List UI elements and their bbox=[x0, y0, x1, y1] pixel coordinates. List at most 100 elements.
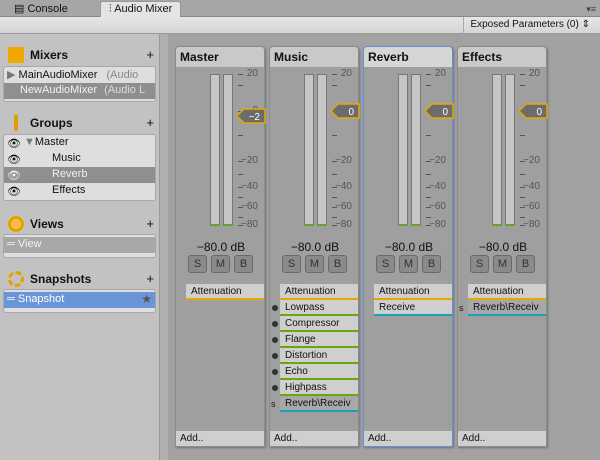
effect-slot[interactable]: Attenuation bbox=[374, 284, 452, 300]
effect-slot[interactable]: Attenuation bbox=[280, 284, 358, 300]
wet-mix-dot-icon[interactable] bbox=[272, 321, 278, 327]
mute-button[interactable]: M bbox=[399, 255, 418, 273]
group-item-effects[interactable]: 👁 Effects bbox=[4, 183, 155, 199]
add-effect-button[interactable]: Add.. bbox=[364, 431, 452, 446]
solo-button[interactable]: S bbox=[470, 255, 489, 273]
scale-label: −80 bbox=[335, 219, 352, 230]
add-view-button[interactable]: + bbox=[146, 216, 154, 231]
add-mixer-button[interactable]: + bbox=[146, 47, 154, 62]
scale-label: −40 bbox=[429, 181, 446, 192]
scale-tick bbox=[426, 135, 431, 136]
send-indicator: s bbox=[271, 399, 276, 409]
effect-slot[interactable]: Attenuation bbox=[186, 284, 264, 300]
snapshots-list: ═ Snapshot ★ bbox=[3, 289, 156, 313]
scale-label: −40 bbox=[241, 181, 258, 192]
tab-menu-icon[interactable]: ▾≡ bbox=[586, 4, 596, 15]
bypass-button[interactable]: B bbox=[234, 255, 253, 273]
mixers-list: ▶ MainAudioMixer (Audio NewAudioMixer (A… bbox=[3, 66, 156, 102]
scale-label: −80 bbox=[523, 219, 540, 230]
scale-label: 20 bbox=[434, 68, 446, 79]
volume-fader-handle[interactable]: −2 bbox=[236, 108, 266, 124]
solo-button[interactable]: S bbox=[376, 255, 395, 273]
list-item[interactable]: ▶ MainAudioMixer (Audio bbox=[4, 67, 155, 83]
solo-button[interactable]: S bbox=[282, 255, 301, 273]
scale-label: −80 bbox=[429, 219, 446, 230]
splitter[interactable] bbox=[160, 34, 168, 460]
add-effect-button[interactable]: Add.. bbox=[270, 431, 358, 446]
exposed-parameters-dropdown[interactable]: Exposed Parameters (0) ⇕ bbox=[463, 17, 596, 34]
scale-tick bbox=[426, 217, 431, 218]
mute-button[interactable]: M bbox=[493, 255, 512, 273]
strip-header[interactable]: Master bbox=[176, 47, 264, 67]
strip-header[interactable]: Effects bbox=[458, 47, 546, 67]
mute-button[interactable]: M bbox=[211, 255, 230, 273]
scale-tick bbox=[520, 85, 525, 86]
scale-tick bbox=[238, 217, 243, 218]
channel-strip-effects[interactable]: Effects 20 0 −20 −40 −60 −800 −80.0 dBSM… bbox=[457, 46, 548, 447]
scale-label: −40 bbox=[523, 181, 540, 192]
collapse-arrow-icon[interactable]: ▼ bbox=[24, 136, 35, 148]
scale-label: 20 bbox=[340, 68, 352, 79]
scale-label: 20 bbox=[528, 68, 540, 79]
volume-fader-handle[interactable]: 0 bbox=[424, 103, 454, 119]
snapshot-item[interactable]: ═ Snapshot ★ bbox=[4, 292, 155, 308]
volume-fader-handle[interactable]: 0 bbox=[330, 103, 360, 119]
tab-console[interactable]: ▤ Console bbox=[6, 1, 76, 17]
eye-icon[interactable]: 👁 bbox=[7, 153, 23, 166]
channel-strip-reverb[interactable]: Reverb 20 0 −20 −40 −60 −800 −80.0 dBSMB… bbox=[363, 46, 454, 447]
bypass-button[interactable]: B bbox=[422, 255, 441, 273]
effect-slot[interactable]: Distortion bbox=[272, 348, 358, 364]
scale-tick bbox=[520, 174, 525, 175]
effect-slot[interactable]: Highpass bbox=[272, 380, 358, 396]
level-meter-right bbox=[411, 74, 421, 226]
tab-bar: ▤ Console ⫶ Audio Mixer ▾≡ bbox=[0, 0, 600, 17]
strip-header[interactable]: Reverb bbox=[364, 47, 452, 67]
expand-arrow-icon[interactable]: ▶ bbox=[7, 69, 15, 81]
mixers-header: Mixers + bbox=[8, 47, 158, 63]
wet-mix-dot-icon[interactable] bbox=[272, 337, 278, 343]
channel-strip-music[interactable]: Music 20 0 −20 −40 −60 −800 −80.0 dBSMBA… bbox=[269, 46, 360, 447]
strip-header[interactable]: Music bbox=[270, 47, 358, 67]
effect-slot[interactable]: Attenuation bbox=[468, 284, 546, 300]
effect-slot[interactable]: s Reverb\Receiv bbox=[459, 300, 546, 316]
volume-fader-handle[interactable]: 0 bbox=[518, 103, 548, 119]
drag-handle-icon[interactable]: ═ bbox=[7, 238, 15, 250]
scale-tick bbox=[238, 85, 243, 86]
effect-slot[interactable]: Lowpass bbox=[272, 300, 358, 316]
wet-mix-dot-icon[interactable] bbox=[272, 353, 278, 359]
bypass-button[interactable]: B bbox=[516, 255, 535, 273]
wet-mix-dot-icon[interactable] bbox=[272, 369, 278, 375]
group-item-master[interactable]: 👁 ▼Master bbox=[4, 135, 155, 151]
drag-handle-icon[interactable]: ═ bbox=[7, 293, 15, 305]
group-item-reverb[interactable]: 👁 Reverb bbox=[4, 167, 155, 183]
wet-mix-dot-icon[interactable] bbox=[272, 305, 278, 311]
eye-icon[interactable]: 👁 bbox=[7, 169, 23, 182]
eye-icon[interactable]: 👁 bbox=[7, 185, 23, 198]
effects-list: Attenuation s Reverb\Receiv bbox=[458, 284, 546, 316]
fader-value: −2 bbox=[249, 112, 261, 123]
add-effect-button[interactable]: Add.. bbox=[458, 431, 546, 446]
effect-slot[interactable]: Echo bbox=[272, 364, 358, 380]
mute-button[interactable]: M bbox=[305, 255, 324, 273]
view-item[interactable]: ═ View bbox=[4, 237, 155, 253]
list-item[interactable]: NewAudioMixer (Audio L bbox=[4, 83, 155, 99]
scale-tick bbox=[426, 197, 431, 198]
tab-audio-mixer[interactable]: ⫶ Audio Mixer bbox=[100, 1, 182, 17]
bypass-button[interactable]: B bbox=[328, 255, 347, 273]
star-icon[interactable]: ★ bbox=[141, 292, 152, 306]
wet-mix-dot-icon[interactable] bbox=[272, 385, 278, 391]
scale-tick bbox=[520, 217, 525, 218]
add-group-button[interactable]: + bbox=[146, 115, 154, 130]
group-item-music[interactable]: 👁 Music bbox=[4, 151, 155, 167]
add-snapshot-button[interactable]: + bbox=[146, 271, 154, 286]
groups-header: Groups + bbox=[8, 115, 158, 131]
effect-slot[interactable]: Flange bbox=[272, 332, 358, 348]
effect-slot[interactable]: s Reverb\Receiv bbox=[271, 396, 358, 412]
add-effect-button[interactable]: Add.. bbox=[176, 431, 264, 446]
effects-list: Attenuation Receive bbox=[364, 284, 452, 316]
solo-button[interactable]: S bbox=[188, 255, 207, 273]
effect-slot[interactable]: Receive bbox=[374, 300, 452, 316]
eye-icon[interactable]: 👁 bbox=[7, 137, 23, 150]
channel-strip-master[interactable]: Master 20 0 −20 −40 −60 −80−2 −80.0 dBSM… bbox=[175, 46, 266, 447]
effect-slot[interactable]: Compressor bbox=[272, 316, 358, 332]
